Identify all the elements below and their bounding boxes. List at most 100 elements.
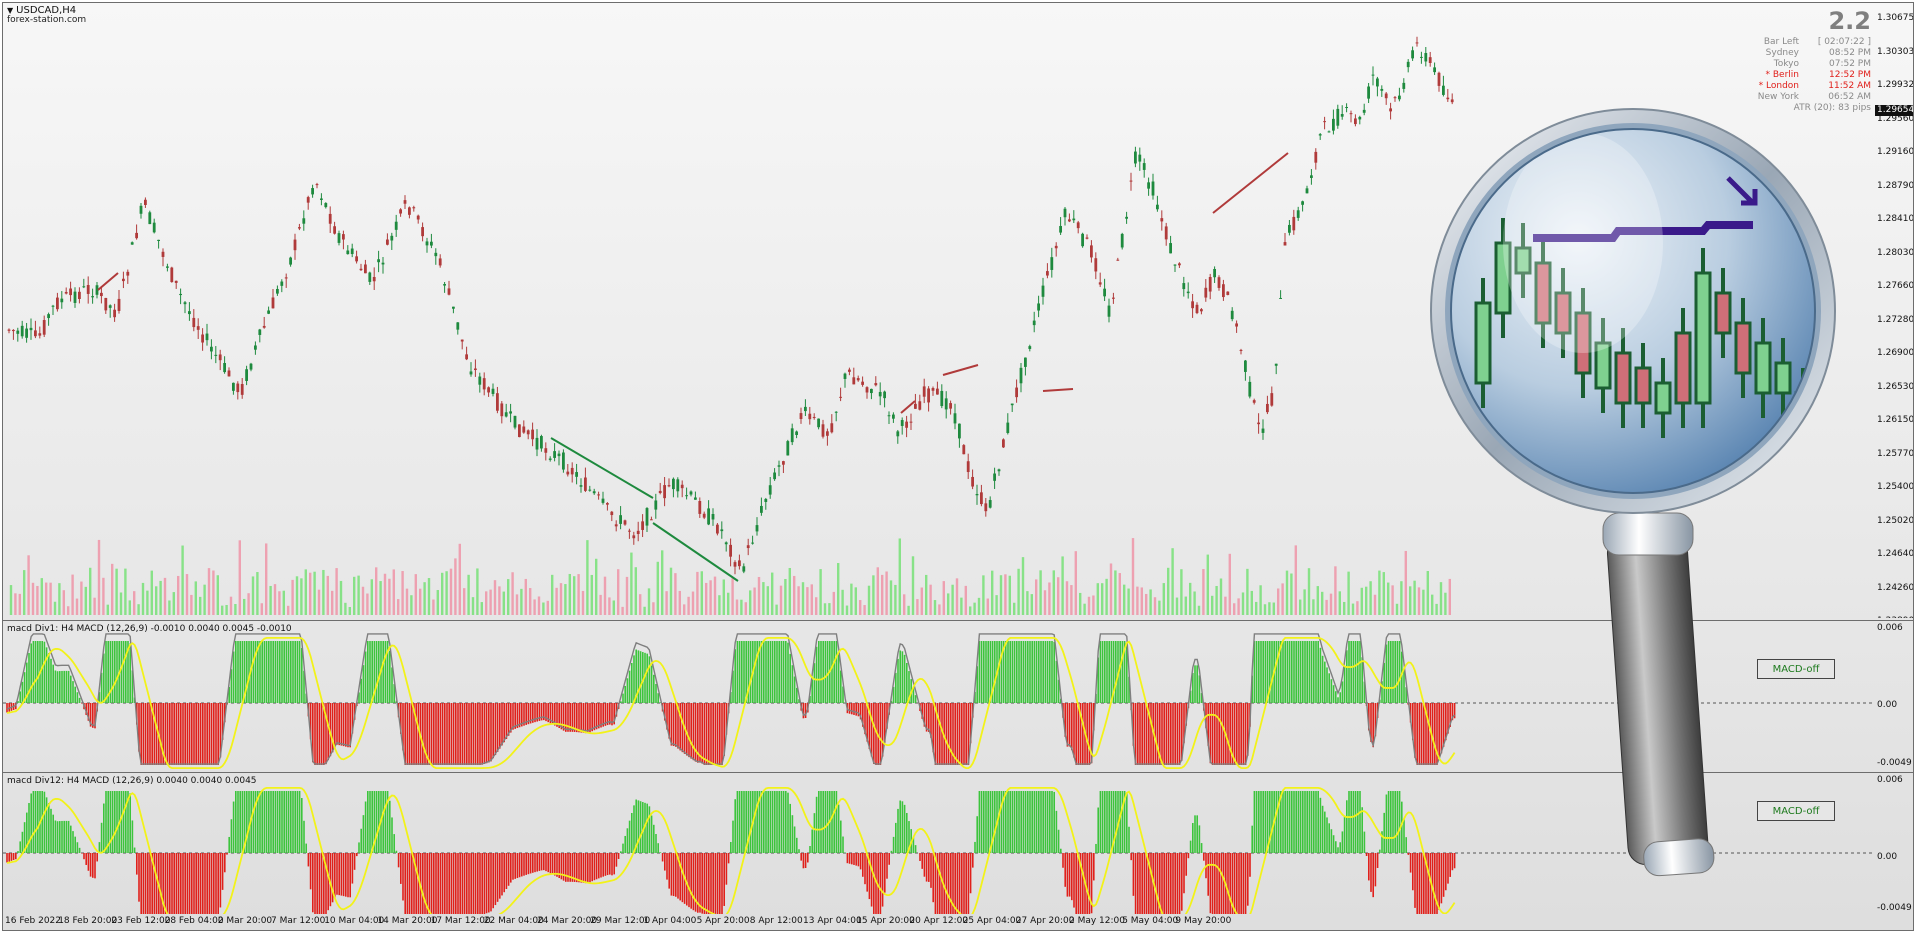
volume-bar	[700, 571, 703, 615]
candle-body	[469, 371, 473, 375]
volume-bar	[722, 579, 725, 615]
candle-body	[988, 500, 992, 508]
candle-body	[1274, 363, 1278, 366]
volume-bar	[876, 567, 879, 615]
volume-bar	[357, 575, 360, 615]
session-row: Bar Left [ 02:07:22 ]	[1723, 37, 1871, 48]
volume-bar	[1048, 582, 1051, 615]
ind1-axis-top: 0.006	[1877, 623, 1903, 633]
candle-body	[1090, 245, 1093, 258]
candle-body	[610, 511, 614, 516]
candle-body	[1068, 219, 1071, 222]
volume-bar	[1004, 574, 1007, 615]
candle-body	[51, 305, 55, 307]
candle-body	[1169, 243, 1172, 254]
candle-body	[870, 388, 873, 394]
price-axis-label: 1.25770	[1877, 448, 1914, 459]
volume-bar	[696, 571, 699, 615]
candle-body	[1252, 400, 1256, 403]
volume-bar	[229, 596, 233, 615]
candle-body	[922, 386, 926, 397]
candle-body	[289, 257, 292, 265]
session-row: Tokyo 07:52 PM	[1723, 59, 1871, 70]
volume-bar	[621, 606, 624, 615]
volume-bar	[1167, 567, 1170, 615]
volume-bar	[36, 585, 39, 615]
candle-body	[64, 291, 68, 294]
candle-body	[1107, 305, 1111, 317]
volume-bar	[375, 567, 378, 615]
volume-bar	[973, 602, 976, 615]
candle-body	[799, 413, 803, 420]
candle-body	[566, 471, 570, 475]
candle-body	[562, 452, 565, 470]
volume-bar	[102, 577, 105, 615]
candle-body	[680, 484, 684, 489]
candle-body	[1442, 85, 1445, 95]
candle-body	[1433, 67, 1436, 73]
volume-bar	[190, 594, 193, 615]
volume-bar	[1079, 592, 1082, 615]
volume-bar	[181, 545, 184, 615]
candle-body	[900, 420, 904, 426]
volume-bar	[1351, 603, 1355, 615]
price-axis-label: 1.26900	[1877, 348, 1914, 358]
volume-bar	[502, 591, 505, 615]
volume-bar	[1180, 569, 1183, 615]
volume-bar	[498, 586, 501, 615]
candle-body	[311, 188, 314, 195]
volume-bar	[1241, 592, 1245, 615]
volume-bar	[894, 584, 897, 615]
volume-bar	[300, 578, 303, 615]
volume-bar	[427, 578, 431, 615]
candle-body	[522, 426, 526, 433]
volume-bar	[788, 567, 791, 615]
candle-body	[896, 431, 900, 437]
candle-body	[7, 329, 11, 331]
candle-body	[262, 325, 266, 328]
candle-body	[733, 562, 737, 567]
candle-body	[425, 241, 429, 246]
volume-bar	[691, 591, 695, 615]
volume-bar	[1325, 599, 1328, 615]
volume-bar	[269, 585, 272, 615]
volume-bar	[216, 575, 219, 615]
volume-bar	[1268, 602, 1271, 615]
candle-body	[1398, 95, 1401, 100]
candle-body	[1345, 107, 1348, 109]
candle-body	[1138, 154, 1142, 162]
candle-body	[364, 264, 367, 274]
candle-body	[1420, 56, 1423, 58]
volume-bar	[727, 592, 730, 615]
volume-bar	[185, 574, 189, 615]
volume-bar	[1171, 548, 1174, 615]
candle-body	[645, 508, 649, 526]
candle-body	[1411, 50, 1414, 59]
candle-body	[812, 416, 816, 418]
candle-body	[944, 398, 948, 410]
volume-bar	[612, 600, 615, 615]
volume-bar	[379, 581, 382, 615]
volume-bar	[546, 600, 549, 615]
candle-body	[958, 423, 961, 439]
candle-body	[306, 197, 310, 203]
volume-bar	[388, 578, 391, 615]
candle-body	[355, 256, 358, 262]
volume-bar	[1382, 572, 1385, 615]
candle-body	[755, 525, 759, 532]
volume-bar	[1162, 583, 1165, 615]
magnified-candle	[1734, 321, 1752, 375]
price-axis-label: 1.28790	[1877, 180, 1914, 191]
triangle-down-icon[interactable]: ▼	[7, 6, 13, 15]
volume-bar	[960, 597, 963, 615]
volume-bar	[304, 569, 307, 615]
volume-bar	[335, 568, 338, 615]
volume-bar	[234, 603, 237, 615]
magnified-candle	[1754, 341, 1772, 395]
candle-body	[619, 515, 622, 524]
volume-bar	[194, 581, 197, 615]
volume-bar	[573, 576, 576, 615]
candle-body	[817, 418, 820, 428]
volume-bar	[771, 572, 774, 615]
chart-window[interactable]: ▼ USDCAD,H4 forex-station.com 1.30675 1.30…	[2, 2, 1914, 931]
